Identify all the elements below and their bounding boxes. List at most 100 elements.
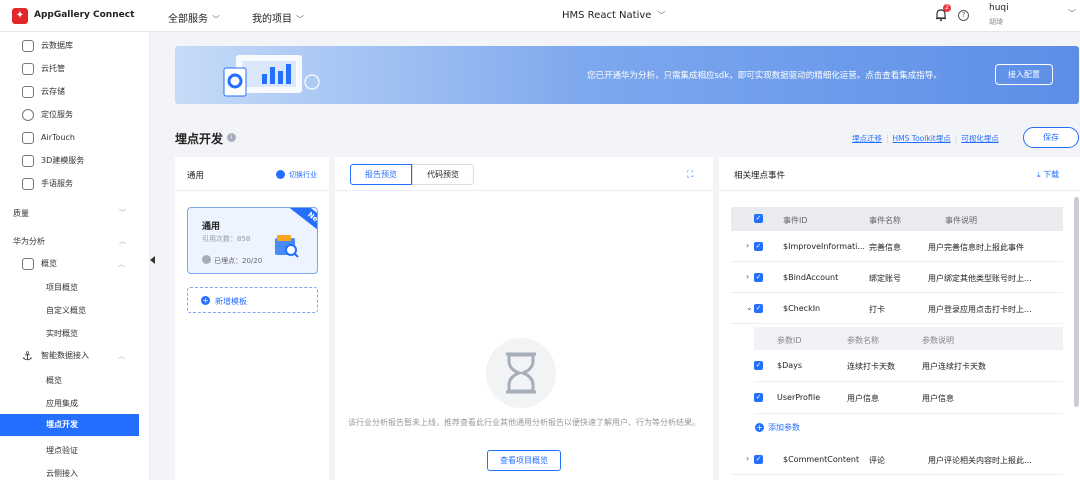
download-button[interactable]: ⤓ 下载	[1037, 169, 1059, 180]
tab-report-preview[interactable]: 报告预览	[350, 164, 412, 185]
sidebar-item-event-verify[interactable]: 埋点验证	[46, 445, 78, 456]
event-name: 完善信息	[869, 243, 901, 252]
template-card-name: 通用	[202, 222, 221, 232]
visual-event-link[interactable]: 可视化埋点	[961, 134, 999, 143]
param-name: 连续打卡天数	[847, 362, 895, 371]
param-checkbox[interactable]: ✓	[754, 361, 763, 370]
add-template-button[interactable]: + 新增模板	[187, 287, 318, 313]
sidebar-item-smart-data[interactable]: ⚓ 智能数据接入 ︿	[0, 345, 150, 367]
sidebar-group-label: 质量	[13, 209, 29, 218]
param-id: $Days	[777, 361, 803, 370]
expand-arrow-icon[interactable]: ›	[746, 241, 749, 250]
event-id: $BindAccount	[783, 273, 839, 282]
help-icon[interactable]: ?	[958, 10, 969, 21]
hourglass-icon	[486, 338, 556, 408]
param-row[interactable]: ✓ UserProfile 用户信息 用户信息	[754, 382, 1063, 414]
sidebar-item-cloud-access[interactable]: 云侧接入	[46, 468, 78, 479]
param-checkbox[interactable]: ✓	[754, 393, 763, 402]
events-panel-title: 相关埋点事件	[734, 171, 786, 181]
sidebar-item-cloud-storage[interactable]: 云存储	[0, 81, 150, 103]
sidebar-item-app-integration[interactable]: 应用集成	[46, 398, 78, 409]
table-row[interactable]: › ✓ $BindAccount 绑定账号 用户绑定其他类型账号时上...	[731, 262, 1063, 293]
header-event-desc: 事件说明	[945, 216, 977, 225]
collapse-sidebar-icon[interactable]	[150, 256, 155, 264]
sidebar-item-airtouch[interactable]: AirTouch	[0, 127, 150, 149]
add-param-label: 添加参数	[768, 423, 800, 432]
events-panel: 相关埋点事件 ⤓ 下载 ✓ 事件ID 事件名称 事件说明 › ✓ $Improv…	[719, 157, 1080, 480]
sidebar-item-cloud-hosting[interactable]: 云托管	[0, 58, 150, 80]
user-name[interactable]: huqi	[989, 3, 1009, 13]
row-checkbox[interactable]: ✓	[754, 273, 763, 282]
sidebar-group-analytics[interactable]: 华为分析 ︿	[13, 236, 126, 247]
expand-arrow-icon[interactable]: ›	[746, 272, 749, 281]
sidebar-group-label: 华为分析	[13, 237, 45, 246]
sidebar-item-realtime-overview[interactable]: 实时概览	[46, 328, 78, 339]
nav-all-services-label: 全部服务	[168, 14, 208, 25]
chevron-up-icon: ︿	[119, 237, 126, 245]
nav-my-projects[interactable]: 我的项目 ﹀	[252, 10, 304, 25]
hms-toolkit-link[interactable]: HMS Toolkit埋点	[893, 134, 951, 143]
param-desc: 用户连续打卡天数	[922, 362, 986, 371]
collapse-arrow-icon[interactable]: ⌄	[746, 303, 753, 312]
template-panel: 通用 切换行业 通用 引用次数：858 已埋点：20/20 New + 新增模板	[175, 157, 329, 480]
sidebar-item-label: 云托管	[41, 64, 65, 73]
link-separator: |	[886, 134, 889, 143]
location-icon	[22, 109, 34, 121]
sidebar-group-quality[interactable]: 质量 ﹀	[13, 208, 126, 219]
table-row[interactable]: › ✓ $ImproveInformati... 完善信息 用户完善信息时上报此…	[731, 231, 1063, 262]
sidebar-item-project-overview[interactable]: 项目概览	[46, 282, 78, 293]
sidebar-item-smart-overview[interactable]: 概览	[46, 375, 62, 386]
banner-text: 您已开通华为分析，只需集成相应sdk，即可实现数据驱动的精细化运营。点击查看集成…	[587, 71, 942, 81]
project-selector[interactable]: HMS React Native ﹀	[562, 10, 665, 21]
param-row[interactable]: ✓ $Days 连续打卡天数 用户连续打卡天数	[754, 350, 1063, 382]
page-title: 埋点开发	[175, 132, 224, 146]
switch-icon[interactable]	[276, 170, 285, 179]
expand-arrow-icon[interactable]: ›	[746, 454, 749, 463]
add-param-button[interactable]: + 添加参数	[755, 422, 800, 433]
airtouch-icon	[22, 132, 34, 144]
sidebar-item-custom-overview[interactable]: 自定义概览	[46, 305, 86, 316]
user-display-name: 胡琦	[989, 18, 1003, 26]
app-name[interactable]: AppGallery Connect	[34, 10, 134, 20]
sidebar-item-label: 手语服务	[41, 179, 73, 188]
sidebar-item-event-dev[interactable]: 埋点开发	[0, 414, 139, 436]
template-card[interactable]: 通用 引用次数：858 已埋点：20/20 New	[187, 207, 318, 274]
sidebar-item-location[interactable]: 定位服务	[0, 104, 150, 126]
header-param-id: 参数ID	[777, 336, 802, 345]
info-icon[interactable]: i	[227, 133, 236, 142]
sidebar-item-sign-language[interactable]: 手语服务	[0, 173, 150, 195]
event-migration-link[interactable]: 埋点迁移	[852, 134, 882, 143]
notification-badge: 2	[943, 4, 951, 12]
row-checkbox[interactable]: ✓	[754, 455, 763, 464]
tab-code-preview[interactable]: 代码预览	[412, 164, 474, 185]
sidebar-item-cloud-db[interactable]: 云数据库	[0, 35, 150, 57]
events-panel-header: 相关埋点事件 ⤓ 下载	[719, 157, 1080, 191]
table-row[interactable]: › ✓ $CommentContent 评论 用户评论相关内容时上报此...	[731, 444, 1063, 475]
view-project-overview-button[interactable]: 查看项目概览	[487, 450, 561, 471]
integration-banner: 您已开通华为分析，只需集成相应sdk，即可实现数据驱动的精细化运营。点击查看集成…	[175, 46, 1079, 104]
event-desc: 用户绑定其他类型账号时上...	[928, 274, 1032, 283]
huawei-logo-icon[interactable]: ✦	[12, 8, 28, 24]
select-all-checkbox[interactable]: ✓	[754, 214, 763, 223]
row-checkbox[interactable]: ✓	[754, 242, 763, 251]
row-checkbox[interactable]: ✓	[754, 304, 763, 313]
table-row[interactable]: ⌄ ✓ $CheckIn 打卡 用户登录应用点击打卡时上...	[731, 293, 1063, 324]
scrollbar[interactable]	[1074, 197, 1079, 407]
sidebar-item-overview[interactable]: 概览 ︿	[0, 253, 150, 275]
sidebar: 云数据库 云托管 云存储 定位服务 AirTouch 3D建模服务 手语服务 质…	[0, 32, 150, 480]
integration-config-button[interactable]: 接入配置	[995, 64, 1053, 85]
sidebar-item-3d-modeling[interactable]: 3D建模服务	[0, 150, 150, 172]
analytics-illustration-icon	[223, 55, 320, 97]
nav-all-services[interactable]: 全部服务 ﹀	[168, 10, 220, 25]
chevron-up-icon: ︿	[118, 260, 125, 268]
event-name: 打卡	[869, 305, 885, 314]
chevron-down-icon[interactable]: ﹀	[1068, 8, 1076, 19]
fullscreen-icon[interactable]: ⛶	[687, 170, 693, 180]
sidebar-item-label: 云数据库	[41, 41, 73, 50]
switch-industry-link[interactable]: 切换行业	[289, 170, 317, 180]
save-button[interactable]: 保存	[1023, 127, 1079, 148]
add-template-label: 新增模板	[215, 297, 247, 306]
event-desc: 用户评论相关内容时上报此...	[928, 456, 1032, 465]
header-param-desc: 参数说明	[922, 336, 954, 345]
header-param-name: 参数名称	[847, 336, 879, 345]
